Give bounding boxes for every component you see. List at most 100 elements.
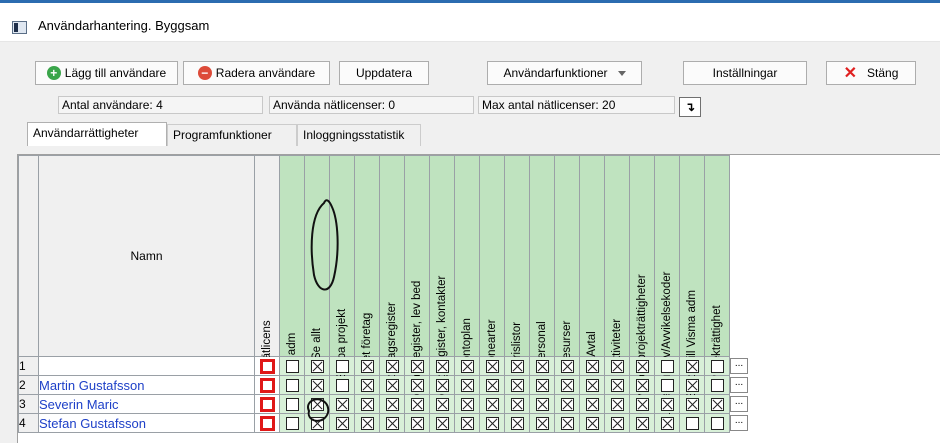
checked-checkbox[interactable] (510, 398, 524, 412)
checked-checkbox[interactable] (460, 417, 474, 431)
unchecked-checkbox[interactable] (710, 379, 724, 393)
checked-checkbox[interactable] (510, 360, 524, 374)
checked-checkbox[interactable] (535, 379, 549, 393)
unchecked-checkbox[interactable] (685, 417, 699, 431)
checked-checkbox[interactable] (360, 398, 374, 412)
checked-checkbox[interactable] (360, 417, 374, 431)
checked-checkbox[interactable] (610, 398, 624, 412)
checked-checkbox[interactable] (310, 360, 324, 374)
project-rights-button[interactable]: ... (730, 358, 748, 374)
user-name-cell[interactable]: Severin Maric (38, 394, 255, 414)
checked-checkbox[interactable] (660, 417, 674, 431)
project-rights-button[interactable]: ... (730, 396, 748, 412)
checked-checkbox[interactable] (585, 360, 599, 374)
unchecked-checkbox[interactable] (285, 398, 299, 412)
unchecked-checkbox[interactable] (335, 379, 349, 393)
checked-checkbox[interactable] (460, 379, 474, 393)
column-header-10[interactable]: Prislistor (504, 155, 530, 366)
checked-checkbox[interactable] (685, 360, 699, 374)
column-header-6[interactable]: Företagsregister, lev bed (404, 155, 430, 407)
column-header-12[interactable]: Resurser (554, 155, 580, 367)
checked-checkbox[interactable] (310, 379, 324, 393)
checked-checkbox[interactable] (360, 360, 374, 374)
unchecked-checkbox[interactable] (660, 360, 674, 374)
checked-checkbox[interactable] (610, 379, 624, 393)
checked-checkbox[interactable] (485, 379, 499, 393)
user-name-cell[interactable]: Martin Gustafsson (38, 375, 255, 395)
checked-checkbox[interactable] (435, 417, 449, 431)
checked-checkbox[interactable] (710, 398, 724, 412)
checked-checkbox[interactable] (360, 379, 374, 393)
delete-user-button[interactable]: − Radera användare (183, 61, 330, 85)
checked-checkbox[interactable] (660, 398, 674, 412)
unchecked-checkbox[interactable] (710, 417, 724, 431)
column-header-15[interactable]: Omvända projekträttigheter (629, 155, 655, 414)
net-license-checkbox[interactable] (259, 377, 275, 393)
checked-checkbox[interactable] (410, 360, 424, 374)
checked-checkbox[interactable] (535, 417, 549, 431)
column-header-name[interactable]: Namn (38, 155, 255, 357)
column-header-14[interactable]: Aktiviteter (604, 155, 630, 369)
column-header-11[interactable]: Personal (529, 155, 555, 367)
tab-user-rights[interactable]: Användarrättigheter (27, 122, 167, 146)
tab-program-functions[interactable]: Programfunktioner (167, 124, 297, 146)
checked-checkbox[interactable] (310, 398, 324, 412)
checked-checkbox[interactable] (385, 360, 399, 374)
project-rights-button[interactable]: ... (730, 377, 748, 393)
checked-checkbox[interactable] (560, 398, 574, 412)
close-button[interactable]: ✕ Stäng (826, 61, 916, 85)
column-header-4[interactable]: Eget företag (354, 155, 380, 375)
checked-checkbox[interactable] (685, 398, 699, 412)
checked-checkbox[interactable] (385, 398, 399, 412)
project-rights-button[interactable]: ... (730, 415, 748, 431)
unchecked-checkbox[interactable] (660, 379, 674, 393)
checked-checkbox[interactable] (585, 417, 599, 431)
checked-checkbox[interactable] (560, 360, 574, 374)
checked-checkbox[interactable] (535, 360, 549, 374)
checked-checkbox[interactable] (335, 417, 349, 431)
column-header-16[interactable]: Listalternativ/Avvikelsekoder (654, 155, 680, 416)
unchecked-checkbox[interactable] (285, 379, 299, 393)
column-header-0[interactable]: Nätlicens (254, 155, 280, 368)
checked-checkbox[interactable] (585, 379, 599, 393)
add-user-button[interactable]: + Lägg till användare (35, 61, 178, 85)
unchecked-checkbox[interactable] (285, 360, 299, 374)
column-header-18[interactable]: Projekträttighet (704, 155, 730, 383)
column-header-3[interactable]: Skapa projekt (329, 155, 355, 379)
settings-button[interactable]: Inställningar (683, 61, 807, 85)
checked-checkbox[interactable] (310, 417, 324, 431)
net-license-checkbox[interactable] (259, 358, 275, 374)
checked-checkbox[interactable] (610, 360, 624, 374)
checked-checkbox[interactable] (635, 379, 649, 393)
checked-checkbox[interactable] (435, 360, 449, 374)
checked-checkbox[interactable] (485, 360, 499, 374)
checked-checkbox[interactable] (560, 417, 574, 431)
column-header-8[interactable]: Kontoplan (454, 155, 480, 370)
checked-checkbox[interactable] (635, 417, 649, 431)
checked-checkbox[interactable] (535, 398, 549, 412)
column-header-17[interactable]: Export till Visma adm (679, 155, 705, 398)
checked-checkbox[interactable] (635, 360, 649, 374)
unchecked-checkbox[interactable] (710, 360, 724, 374)
checked-checkbox[interactable] (385, 417, 399, 431)
user-name-cell[interactable]: Stefan Gustafsson (38, 413, 255, 433)
checked-checkbox[interactable] (635, 398, 649, 412)
checked-checkbox[interactable] (685, 379, 699, 393)
unchecked-checkbox[interactable] (335, 360, 349, 374)
checked-checkbox[interactable] (485, 398, 499, 412)
column-header-5[interactable]: Företagsregister (379, 155, 405, 386)
column-header-9[interactable]: Lönearter (479, 155, 505, 369)
checked-checkbox[interactable] (560, 379, 574, 393)
checked-checkbox[interactable] (510, 379, 524, 393)
checked-checkbox[interactable] (410, 379, 424, 393)
user-functions-dropdown[interactable]: Användarfunktioner (487, 61, 642, 85)
checked-checkbox[interactable] (410, 398, 424, 412)
tab-login-statistics[interactable]: Inloggningsstatistik (297, 124, 421, 146)
checked-checkbox[interactable] (485, 417, 499, 431)
checked-checkbox[interactable] (460, 398, 474, 412)
column-header-2[interactable]: Se allt (304, 155, 330, 360)
update-button[interactable]: Uppdatera (339, 61, 429, 85)
column-header-7[interactable]: Företagsregister, kontakter (429, 155, 455, 412)
column-header-1[interactable]: adm (279, 155, 305, 357)
checked-checkbox[interactable] (610, 417, 624, 431)
